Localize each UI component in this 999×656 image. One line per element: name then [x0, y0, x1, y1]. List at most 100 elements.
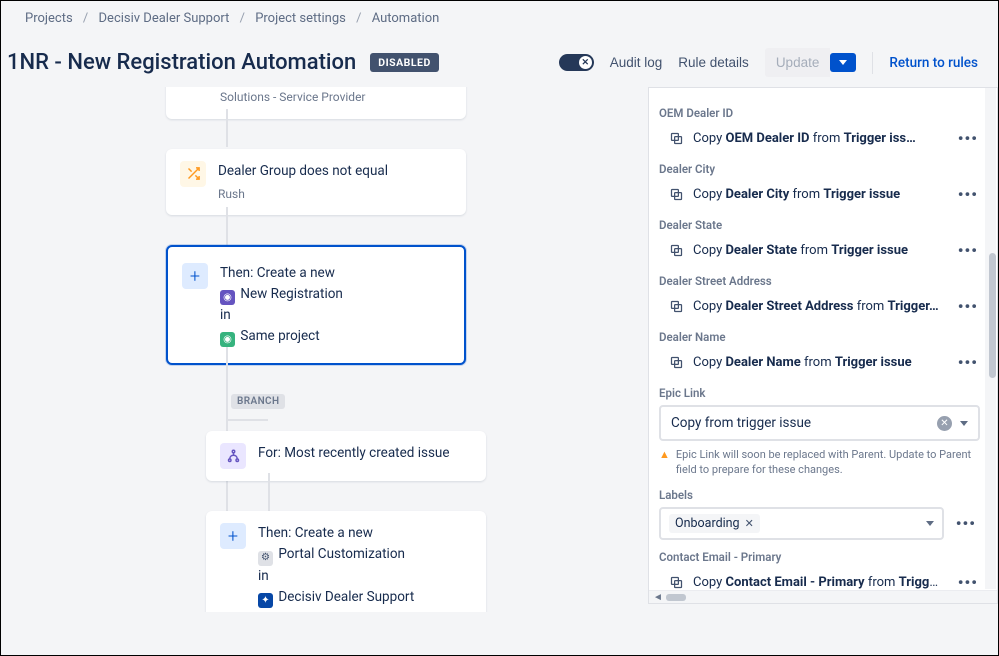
breadcrumb-item[interactable]: Project settings [255, 11, 346, 26]
toggle-knob: ✕ [579, 56, 592, 69]
copy-text: Copy OEM Dealer ID from Trigger iss… [693, 131, 945, 146]
copy-field-row[interactable]: Copy Dealer Street Address from Trigger…… [657, 293, 982, 320]
copy-field-row[interactable]: Copy Dealer City from Trigger issue ••• [657, 181, 982, 208]
field-label: Dealer Name [659, 330, 982, 344]
rule-details-button[interactable]: Rule details [678, 55, 749, 70]
breadcrumb-item[interactable]: Decisiv Dealer Support [99, 11, 230, 26]
field-label: Contact Email - Primary [659, 550, 982, 564]
select-value: Copy from trigger issue [671, 415, 811, 431]
plus-icon: + [182, 263, 208, 289]
branch-tag: BRANCH [231, 394, 285, 409]
breadcrumb-item[interactable]: Automation [372, 11, 440, 26]
copy-field-row[interactable]: Copy Dealer State from Trigger issue ••• [657, 237, 982, 264]
breadcrumb: Projects / Decisiv Dealer Support / Proj… [1, 1, 998, 26]
warning-icon: ▲ [659, 447, 670, 478]
field-label: Labels [659, 488, 982, 502]
breadcrumb-separator: / [240, 11, 245, 26]
status-badge-disabled: DISABLED [370, 53, 439, 72]
more-actions-button[interactable]: ••• [954, 353, 982, 372]
field-group-labels: Labels Onboarding ✕ ••• [657, 488, 982, 540]
copy-icon [669, 355, 684, 370]
flow-card-condition[interactable]: Dealer Group does not equal Rush [166, 149, 466, 216]
card-subtitle: Solutions - Service Provider [220, 88, 366, 107]
project-icon: ✦ [258, 593, 273, 608]
scroll-left-arrow[interactable]: ◄ [653, 592, 663, 603]
audit-log-button[interactable]: Audit log [610, 55, 663, 70]
chevron-down-icon [839, 60, 847, 65]
details-panel: OEM Dealer ID Copy OEM Dealer ID from Tr… [648, 87, 998, 604]
field-group: Dealer Street Address Copy Dealer Street… [657, 274, 982, 320]
field-group: Dealer State Copy Dealer State from Trig… [657, 218, 982, 264]
copy-icon [669, 243, 684, 258]
remove-chip-icon[interactable]: ✕ [745, 517, 754, 530]
copy-text: Copy Dealer State from Trigger issue [693, 243, 945, 258]
epic-link-select[interactable]: Copy from trigger issue ✕ [659, 405, 980, 441]
chevron-down-icon [926, 521, 934, 526]
field-label: Dealer City [659, 162, 982, 176]
clear-icon[interactable]: ✕ [937, 416, 952, 431]
field-label: Epic Link [659, 386, 982, 400]
card-line: ◉ Same project [220, 326, 343, 347]
card-line: ✦ Decisiv Dealer Support [258, 587, 414, 608]
more-actions-button[interactable]: ••• [954, 185, 982, 204]
card-line: ◉ New Registration [220, 284, 343, 305]
flow-card-branch[interactable]: For: Most recently created issue [206, 431, 486, 481]
copy-field-row[interactable]: Copy Contact Email - Primary from Trigge… [657, 569, 982, 590]
copy-text: Copy Dealer Name from Trigger issue [693, 355, 945, 370]
plus-icon: + [220, 523, 246, 549]
more-actions-button[interactable]: ••• [954, 129, 982, 148]
card-title: For: Most recently created issue [258, 443, 450, 464]
project-icon: ◉ [220, 332, 235, 347]
flow-card-condition-prev[interactable]: Solutions - Service Provider [166, 87, 466, 119]
vertical-scrollbar-track[interactable] [985, 88, 996, 589]
card-line: ⚙ Portal Customization [258, 544, 414, 565]
label-chip: Onboarding ✕ [669, 514, 760, 533]
flow-card-action-create-issue-2[interactable]: + Then: Create a new ⚙ Portal Customizat… [206, 511, 486, 612]
more-actions-button[interactable]: ••• [952, 514, 980, 533]
page-title: 1NR - New Registration Automation [7, 50, 356, 75]
divider [872, 52, 873, 74]
field-group-epic-link: Epic Link Copy from trigger issue ✕ ▲ Ep… [657, 386, 982, 478]
card-line: in [258, 566, 414, 587]
card-line: Then: Create a new [220, 263, 343, 284]
field-group: Dealer Name Copy Dealer Name from Trigge… [657, 330, 982, 376]
field-group: OEM Dealer ID Copy OEM Dealer ID from Tr… [657, 106, 982, 152]
more-actions-button[interactable]: ••• [954, 241, 982, 260]
rule-enabled-toggle[interactable]: ✕ [559, 54, 594, 71]
copy-icon [669, 299, 684, 314]
details-scroll-area[interactable]: OEM Dealer ID Copy OEM Dealer ID from Tr… [649, 88, 997, 590]
labels-select[interactable]: Onboarding ✕ [659, 507, 944, 540]
issue-type-icon: ⚙ [258, 551, 273, 566]
update-button: Update [765, 48, 831, 77]
more-actions-button[interactable]: ••• [954, 297, 982, 316]
header-bar: 1NR - New Registration Automation DISABL… [1, 26, 998, 87]
field-label: OEM Dealer ID [659, 106, 982, 120]
card-subtitle: Rush [218, 185, 388, 204]
breadcrumb-item[interactable]: Projects [25, 11, 73, 26]
more-actions-button[interactable]: ••• [954, 573, 982, 590]
copy-icon [669, 575, 684, 590]
card-line: in [220, 305, 343, 326]
field-label: Dealer State [659, 218, 982, 232]
update-dropdown-button[interactable] [830, 53, 856, 72]
horizontal-scrollbar[interactable]: ◄ [649, 590, 997, 603]
return-to-rules-link[interactable]: Return to rules [889, 55, 978, 71]
branch-icon [220, 443, 246, 469]
field-label: Dealer Street Address [659, 274, 982, 288]
flow-card-action-create-issue[interactable]: + Then: Create a new ◉ New Registration … [166, 245, 466, 365]
vertical-scrollbar-thumb[interactable] [989, 253, 996, 378]
flow-canvas: Solutions - Service Provider Dealer Grou… [1, 87, 648, 612]
field-group: Dealer City Copy Dealer City from Trigge… [657, 162, 982, 208]
copy-text: Copy Contact Email - Primary from Trigge… [693, 575, 945, 590]
epic-link-warning: ▲ Epic Link will soon be replaced with P… [659, 447, 980, 478]
field-group-contact-email: Contact Email - Primary Copy Contact Ema… [657, 550, 982, 590]
shuffle-icon [180, 161, 206, 187]
breadcrumb-separator: / [356, 11, 361, 26]
copy-text: Copy Dealer City from Trigger issue [693, 187, 945, 202]
breadcrumb-separator: / [83, 11, 88, 26]
copy-field-row[interactable]: Copy Dealer Name from Trigger issue ••• [657, 349, 982, 376]
copy-field-row[interactable]: Copy OEM Dealer ID from Trigger iss… ••• [657, 125, 982, 152]
copy-icon [669, 187, 684, 202]
horizontal-scrollbar-thumb[interactable] [666, 594, 686, 601]
copy-text: Copy Dealer Street Address from Trigger… [693, 299, 945, 314]
